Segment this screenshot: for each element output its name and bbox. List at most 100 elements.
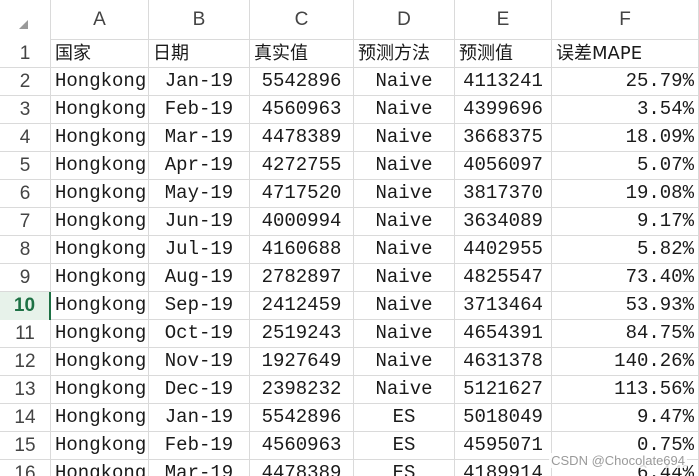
cell-method[interactable]: Naive [354, 264, 455, 292]
cell-date[interactable]: Sep-19 [149, 292, 250, 320]
cell-country[interactable]: Hongkong [51, 320, 149, 348]
cell-mape[interactable]: 84.75% [552, 320, 699, 348]
cell-method[interactable]: Naive [354, 376, 455, 404]
cell-country[interactable]: Hongkong [51, 376, 149, 404]
cell-actual[interactable]: 4478389 [250, 124, 354, 152]
cell-country[interactable]: Hongkong [51, 96, 149, 124]
cell-actual[interactable]: 2519243 [250, 320, 354, 348]
row-header[interactable]: 10 [0, 292, 51, 320]
cell-mape[interactable]: 140.26% [552, 348, 699, 376]
row-header[interactable]: 16 [0, 460, 51, 476]
cell-header-country[interactable]: 国家 [51, 40, 149, 68]
cell-country[interactable]: Hongkong [51, 432, 149, 460]
cell-country[interactable]: Hongkong [51, 264, 149, 292]
cell-date[interactable]: Mar-19 [149, 124, 250, 152]
row-header[interactable]: 2 [0, 68, 51, 96]
cell-forecast[interactable]: 4825547 [455, 264, 552, 292]
cell-country[interactable]: Hongkong [51, 124, 149, 152]
cell-actual[interactable]: 2412459 [250, 292, 354, 320]
cell-country[interactable]: Hongkong [51, 180, 149, 208]
cell-method[interactable]: ES [354, 432, 455, 460]
cell-header-date[interactable]: 日期 [149, 40, 250, 68]
cell-mape[interactable]: 53.93% [552, 292, 699, 320]
cell-forecast[interactable]: 3634089 [455, 208, 552, 236]
cell-method[interactable]: Naive [354, 124, 455, 152]
cell-actual[interactable]: 4160688 [250, 236, 354, 264]
cell-country[interactable]: Hongkong [51, 348, 149, 376]
cell-date[interactable]: Mar-19 [149, 460, 250, 476]
cell-actual[interactable]: 2782897 [250, 264, 354, 292]
cell-actual[interactable]: 4272755 [250, 152, 354, 180]
cell-date[interactable]: Oct-19 [149, 320, 250, 348]
cell-forecast[interactable]: 3713464 [455, 292, 552, 320]
cell-date[interactable]: Aug-19 [149, 264, 250, 292]
cell-mape[interactable]: 19.08% [552, 180, 699, 208]
cell-date[interactable]: Dec-19 [149, 376, 250, 404]
cell-method[interactable]: Naive [354, 348, 455, 376]
cell-country[interactable]: Hongkong [51, 460, 149, 476]
cell-method[interactable]: ES [354, 404, 455, 432]
row-header[interactable]: 4 [0, 124, 51, 152]
cell-actual[interactable]: 4478389 [250, 460, 354, 476]
cell-forecast[interactable]: 5018049 [455, 404, 552, 432]
cell-method[interactable]: ES [354, 460, 455, 476]
cell-forecast[interactable]: 4189914 [455, 460, 552, 476]
cell-date[interactable]: Jan-19 [149, 404, 250, 432]
cell-actual[interactable]: 5542896 [250, 68, 354, 96]
cell-method[interactable]: Naive [354, 180, 455, 208]
cell-date[interactable]: Feb-19 [149, 96, 250, 124]
cell-country[interactable]: Hongkong [51, 236, 149, 264]
column-header-e[interactable]: E [455, 0, 552, 40]
cell-header-forecast[interactable]: 预测值 [455, 40, 552, 68]
cell-mape[interactable]: 9.17% [552, 208, 699, 236]
cell-date[interactable]: Jun-19 [149, 208, 250, 236]
cell-actual[interactable]: 4717520 [250, 180, 354, 208]
cell-header-actual[interactable]: 真实值 [250, 40, 354, 68]
cell-date[interactable]: Apr-19 [149, 152, 250, 180]
cell-header-method[interactable]: 预测方法 [354, 40, 455, 68]
cell-date[interactable]: Jan-19 [149, 68, 250, 96]
cell-country[interactable]: Hongkong [51, 152, 149, 180]
cell-method[interactable]: Naive [354, 236, 455, 264]
cell-country[interactable]: Hongkong [51, 292, 149, 320]
cell-actual[interactable]: 1927649 [250, 348, 354, 376]
cell-actual[interactable]: 4560963 [250, 96, 354, 124]
row-header[interactable]: 11 [0, 320, 51, 348]
cell-method[interactable]: Naive [354, 96, 455, 124]
row-header[interactable]: 13 [0, 376, 51, 404]
cell-mape[interactable]: 5.07% [552, 152, 699, 180]
cell-mape[interactable]: 25.79% [552, 68, 699, 96]
cell-forecast[interactable]: 5121627 [455, 376, 552, 404]
cell-actual[interactable]: 4560963 [250, 432, 354, 460]
cell-forecast[interactable]: 4402955 [455, 236, 552, 264]
cell-method[interactable]: Naive [354, 320, 455, 348]
cell-actual[interactable]: 4000994 [250, 208, 354, 236]
cell-country[interactable]: Hongkong [51, 208, 149, 236]
cell-mape[interactable]: 73.40% [552, 264, 699, 292]
cell-date[interactable]: Nov-19 [149, 348, 250, 376]
cell-mape[interactable]: 9.47% [552, 404, 699, 432]
row-header[interactable]: 9 [0, 264, 51, 292]
cell-date[interactable]: May-19 [149, 180, 250, 208]
cell-method[interactable]: Naive [354, 68, 455, 96]
column-header-a[interactable]: A [51, 0, 149, 40]
cell-forecast[interactable]: 4595071 [455, 432, 552, 460]
cell-mape[interactable]: 113.56% [552, 376, 699, 404]
row-header[interactable]: 5 [0, 152, 51, 180]
column-header-b[interactable]: B [149, 0, 250, 40]
cell-mape[interactable]: 3.54% [552, 96, 699, 124]
cell-forecast[interactable]: 4113241 [455, 68, 552, 96]
cell-forecast[interactable]: 3817370 [455, 180, 552, 208]
row-header[interactable]: 12 [0, 348, 51, 376]
cell-date[interactable]: Feb-19 [149, 432, 250, 460]
cell-method[interactable]: Naive [354, 152, 455, 180]
cell-method[interactable]: Naive [354, 208, 455, 236]
select-all-corner[interactable] [0, 0, 51, 40]
cell-country[interactable]: Hongkong [51, 68, 149, 96]
cell-date[interactable]: Jul-19 [149, 236, 250, 264]
row-header[interactable]: 1 [0, 40, 51, 68]
cell-forecast[interactable]: 4631378 [455, 348, 552, 376]
column-header-c[interactable]: C [250, 0, 354, 40]
column-header-f[interactable]: F [552, 0, 699, 40]
row-header[interactable]: 6 [0, 180, 51, 208]
